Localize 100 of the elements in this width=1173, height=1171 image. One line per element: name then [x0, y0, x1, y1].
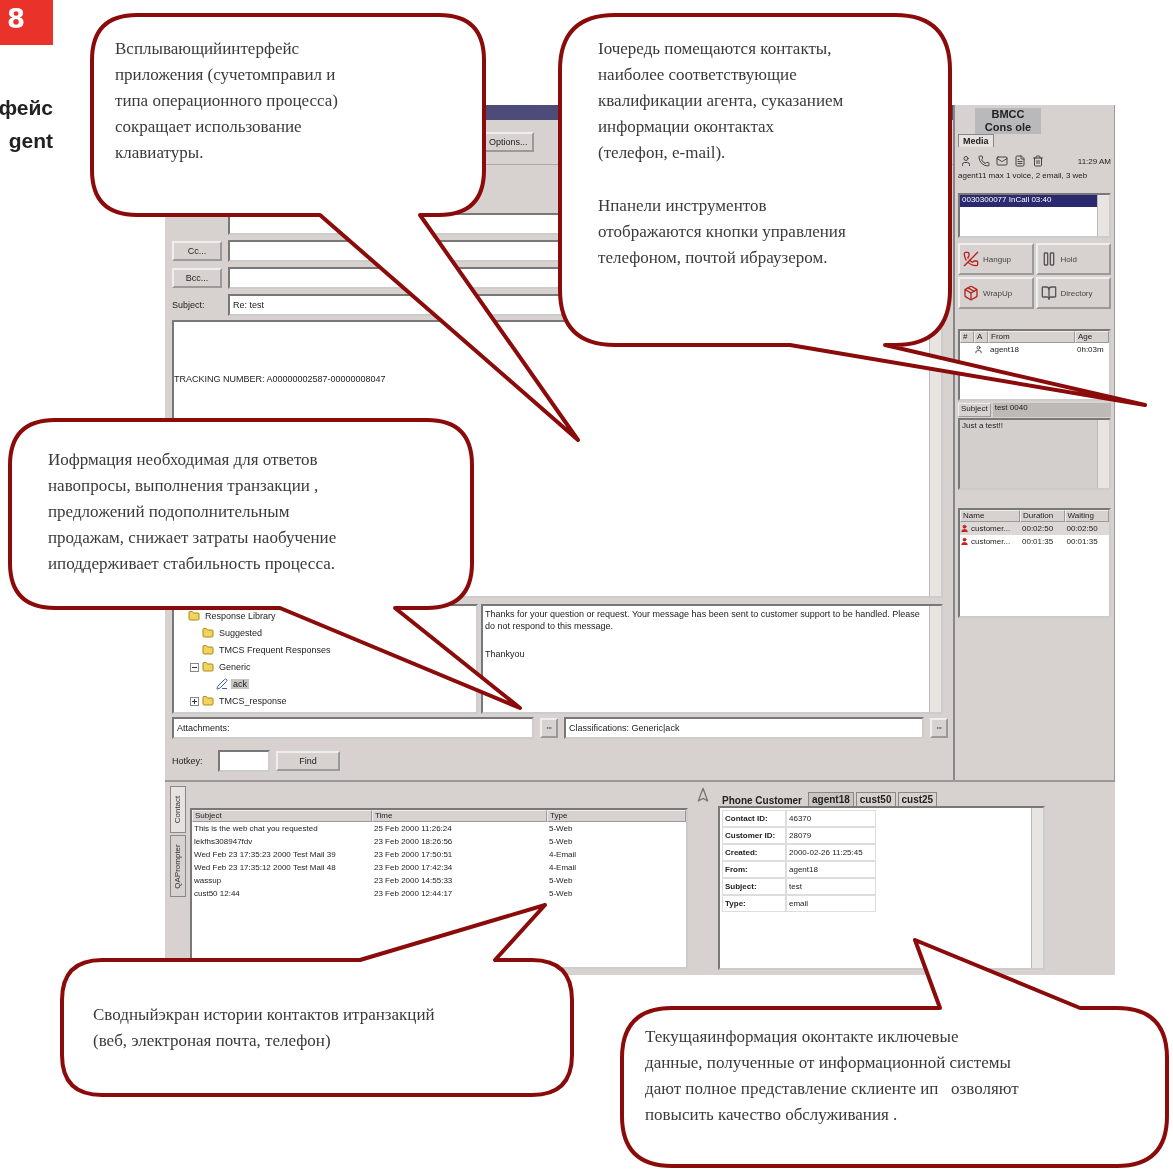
mail-icon[interactable] [994, 153, 1009, 169]
folder-icon [188, 610, 200, 622]
book-icon [1040, 285, 1057, 301]
table-cell-text: agent18 [989, 345, 1020, 354]
action-button[interactable]: Directory [1035, 277, 1111, 309]
expand-toggle[interactable] [190, 662, 199, 672]
callout-text: Всплывающийинтерфейс приложения (сучетомправил и типа операционного процесса) сокращает использование клавиатуры. [115, 38, 338, 164]
side-tab[interactable]: QAPrompter [169, 835, 186, 897]
table-cell-text: Wed Feb 23 17:35:12 2000 Test Mail 48 [193, 863, 337, 872]
callout-text: Нпанели инструментов отображаются кнопки управления телефоном, почтой ибраузером. [598, 195, 846, 269]
customer-tab[interactable]: agent18 [808, 792, 854, 806]
arrow-icon[interactable] [695, 787, 711, 803]
trash-icon[interactable] [1030, 153, 1045, 169]
customer-tab[interactable]: cust25 [897, 792, 938, 806]
page-number: 8 [0, 0, 53, 45]
table-cell-text: 23 Feb 2000 14:55:33 [373, 876, 454, 885]
response-text: Thankyou [485, 648, 526, 660]
folder-icon [202, 695, 214, 707]
find-button[interactable]: Find [276, 750, 340, 771]
folder-icon [202, 661, 214, 673]
attachments-field[interactable]: Attachments: [172, 716, 534, 739]
field-value: 46370 [786, 810, 876, 827]
field-label: Subject [958, 403, 991, 417]
pen-icon [216, 678, 228, 690]
waiting-row[interactable]: customer... 00:01:35 00:01:35 [960, 535, 1109, 548]
table-cell-text: 5-Web [548, 876, 574, 885]
table-cell-text: 4-Email [548, 850, 578, 859]
document-icon[interactable] [1012, 153, 1027, 169]
person-icon [974, 345, 983, 354]
classifications-field[interactable]: Classifications: Generic|ack [564, 716, 924, 739]
tree-item[interactable]: TMCS_response [217, 696, 289, 706]
table-cell-text: cust50 12:44 [193, 889, 241, 898]
field-label: Subject: [172, 299, 206, 310]
field-value: agent18 [786, 861, 876, 878]
table-cell-text: 00:02:50 [1065, 524, 1099, 533]
column-header[interactable]: From [988, 331, 1075, 343]
scrollbar[interactable] [1097, 420, 1109, 488]
clock-time: 11:29 AM [1077, 156, 1111, 166]
field-value: email [786, 895, 876, 912]
table-cell-text: This is the web chat you requested [193, 824, 319, 833]
browse-button[interactable] [540, 717, 558, 738]
table-cell-text: 23 Feb 2000 17:50:51 [373, 850, 454, 859]
address-button[interactable]: Cc... [172, 240, 222, 261]
subject-field: test 0040 [992, 403, 1111, 417]
customer-tab[interactable]: cust50 [855, 792, 896, 806]
action-button[interactable]: Hold [1035, 243, 1111, 275]
callout-text: Іочередь помещаются контакты, наиболее соответствующие квалификации агента, суказанием информации оконтактах (телефон, e-mail). [598, 38, 844, 164]
waiting-row[interactable]: customer... 00:02:50 00:02:50 [960, 522, 1109, 535]
tree-item[interactable]: TMCS Frequent Responses [217, 645, 333, 655]
column-header[interactable]: Type [547, 810, 686, 822]
folder-icon [202, 644, 214, 656]
table-cell-text: 00:01:35 [1021, 537, 1055, 546]
column-header[interactable]: Time [372, 810, 547, 822]
table-cell-text: 5-Web [548, 824, 574, 833]
table-cell-text: 00:02:50 [1021, 524, 1055, 533]
field-label: Hotkey: [172, 755, 204, 766]
field-value: 28079 [786, 827, 876, 844]
table-cell-text: 23 Feb 2000 18:26:56 [373, 837, 454, 846]
callout-text: Текущаяинформация оконтакте иключевые данные, полученные от информационной системы дают полное представление склиенте ип озволяют повысить качество обслуживания . [645, 1026, 1019, 1126]
table-cell-text: customer... [970, 524, 1012, 533]
phone-off-icon [963, 251, 979, 267]
scrollbar[interactable] [1097, 195, 1109, 236]
message-text: Just a test!! [961, 420, 1004, 432]
field-value: test [786, 878, 876, 895]
field-label: Contact ID: [722, 810, 786, 827]
scrollbar[interactable] [929, 606, 941, 712]
column-header[interactable]: Duration [1020, 510, 1065, 522]
panel-title: Phone Customer [721, 795, 803, 806]
field-label: Created: [722, 844, 786, 861]
tree-item[interactable]: Response Library [203, 611, 278, 621]
address-button[interactable]: Bcc... [172, 267, 222, 288]
column-header[interactable]: A [974, 331, 988, 343]
options-button[interactable]: Options... [483, 132, 534, 152]
tree-item[interactable]: Generic [217, 662, 253, 672]
table-cell-text: 5-Web [548, 889, 574, 898]
action-button[interactable]: WrapUp [958, 277, 1034, 309]
tree-item[interactable]: ack [231, 679, 249, 689]
action-button[interactable]: Hangup [958, 243, 1034, 275]
phone-icon[interactable] [976, 153, 991, 169]
column-header[interactable]: Waiting [1064, 510, 1109, 522]
column-header[interactable]: Age [1075, 331, 1109, 343]
scrollbar[interactable] [1031, 808, 1043, 968]
table-cell-text: 00:01:35 [1065, 537, 1099, 546]
response-text: Thanks for your question or request. Your message has been sent to customer support to be handled. Please do not respond to this message. [485, 608, 921, 632]
table-cell-text: 4-Email [548, 863, 578, 872]
table-cell-text: 0h:03m [1076, 345, 1105, 354]
media-tab[interactable]: Media [958, 134, 994, 147]
browse-button[interactable] [930, 717, 948, 738]
column-header[interactable]: Subject [192, 810, 372, 822]
call-item[interactable]: 0030300077 InCall 03:40 [960, 195, 1097, 207]
tree-item[interactable]: Suggested [217, 628, 265, 638]
expand-toggle[interactable] [190, 696, 199, 706]
table-cell-text: 5-Web [548, 837, 574, 846]
agent-status: agent11 max 1 voice, 2 email, 3 web [958, 171, 1089, 182]
field-label: Customer ID: [722, 827, 786, 844]
side-tab[interactable]: Contact [169, 786, 186, 833]
hotkey-field[interactable] [218, 749, 270, 772]
column-header[interactable]: Name [960, 510, 1020, 522]
table-cell-text: customer... [970, 537, 1012, 546]
column-header[interactable]: # [960, 331, 974, 343]
